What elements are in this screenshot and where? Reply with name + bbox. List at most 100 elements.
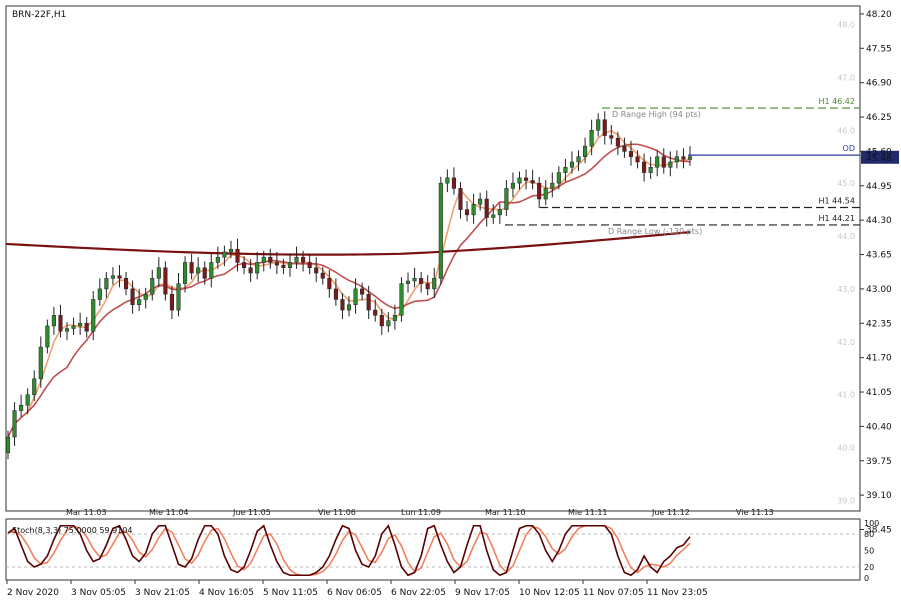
candle-body: [242, 262, 247, 269]
candle-body: [110, 275, 115, 279]
time-tick-label: 5 Nov 11:05: [263, 588, 318, 598]
candle-body: [491, 214, 496, 218]
candle-body: [569, 161, 575, 168]
candle-body: [687, 156, 693, 160]
price-tick-label: 46.25: [866, 113, 892, 123]
candle-body: [648, 167, 653, 173]
candle-body: [117, 275, 122, 279]
candle-body: [327, 278, 332, 290]
candle-body: [392, 315, 397, 321]
candle-body: [5, 436, 11, 454]
candle-body: [530, 180, 535, 184]
candle-body: [537, 182, 542, 200]
candle-body: [609, 135, 614, 139]
candle-body: [386, 320, 391, 327]
candle-body: [458, 188, 463, 210]
price-tick-label: 48.20: [866, 10, 892, 20]
candle-body: [281, 264, 286, 269]
background-level-label: 44.0: [837, 232, 855, 241]
candle-body: [471, 204, 476, 216]
candle-body: [622, 145, 627, 152]
candle-body: [674, 156, 679, 163]
session-label: Jue 11.05: [232, 508, 271, 517]
oscillator-tick-label: 80: [864, 530, 874, 539]
price-tick-label: 43.65: [866, 251, 892, 261]
range-label: D Range High (94 pts): [612, 110, 701, 119]
candle-body: [58, 315, 63, 332]
candle-body: [379, 315, 384, 327]
candle-body: [425, 283, 430, 290]
time-tick-label: 9 Nov 17:05: [455, 588, 510, 598]
candle-body: [19, 404, 24, 411]
background-level-label: 41.0: [837, 391, 855, 400]
time-tick-label: 4 Nov 16:05: [199, 588, 254, 598]
candle-body: [169, 293, 174, 311]
price-tick-label: 39.75: [866, 457, 892, 467]
level-label: OD: [843, 144, 855, 153]
session-label: Mar 11.03: [66, 508, 107, 517]
candle-body: [655, 156, 660, 168]
oscillator-tick-label: 20: [864, 563, 874, 572]
candle-body: [635, 156, 640, 163]
oscillator-label: Stoch(8,3,3) 75.0000 59.9104: [12, 526, 132, 535]
price-tick-label: 44.30: [866, 216, 892, 226]
candle-body: [681, 156, 686, 160]
oscillator-tick-label: 100: [864, 519, 879, 528]
candle-body: [445, 177, 450, 184]
session-label: Mie 11.04: [149, 508, 189, 517]
candle-body: [91, 299, 96, 332]
candle-body: [274, 262, 279, 266]
candle-body: [563, 167, 568, 173]
background-level-label: 45.0: [837, 179, 855, 188]
candle-body: [583, 145, 588, 157]
candle-body: [602, 119, 607, 136]
session-labels: Mar 11.03 Mie 11.04 Jue 11.05 Vie 11.06 Lun …: [66, 508, 774, 517]
price-tick-label: 46.90: [866, 79, 892, 89]
candle-body: [628, 151, 634, 157]
candle-body: [268, 256, 273, 263]
candle-body: [51, 315, 56, 327]
price-tick-label: 39.10: [866, 491, 892, 501]
candle-body: [183, 262, 188, 284]
candle-body: [25, 394, 30, 406]
candle-body: [196, 267, 201, 274]
candle-body: [373, 309, 378, 316]
price-tick-label: 44.95: [866, 182, 892, 192]
candle-body: [478, 198, 483, 205]
time-tick-label: 3 Nov 05:05: [71, 588, 126, 598]
background-level-label: 40.0: [837, 444, 855, 453]
candle-body: [84, 323, 89, 332]
candle-body: [301, 256, 306, 263]
session-label: Lun 11.09: [401, 508, 441, 517]
candle-body: [202, 267, 207, 279]
background-level-label: 43.0: [837, 285, 855, 294]
candle-body: [550, 182, 555, 189]
candle-body: [399, 283, 404, 316]
candle-body: [405, 280, 411, 284]
symbol-label: BRN-22F,H1: [12, 10, 66, 20]
candle-body: [340, 299, 345, 311]
candle-body: [451, 177, 456, 189]
candle-body: [287, 262, 293, 269]
candle-body: [12, 410, 17, 438]
background-level-label: 46.0: [837, 126, 855, 135]
candle-body: [137, 299, 142, 306]
time-tick-label: 11 Nov 23:05: [647, 588, 708, 598]
candle-body: [484, 198, 489, 218]
session-label: Jue 11.12: [651, 508, 690, 517]
background-level-label: 39.0: [837, 496, 855, 505]
candle-body: [432, 278, 437, 290]
candle-body: [307, 262, 312, 269]
candle-body: [576, 156, 581, 163]
candle-body: [419, 278, 424, 284]
price-tick-label: 43.00: [866, 285, 892, 295]
candle-body: [71, 325, 76, 329]
oscillator-tick-label: 50: [864, 547, 874, 556]
session-label: Vie 11.06: [318, 508, 356, 517]
session-label: Mie 11.11: [568, 508, 608, 517]
time-tick-label: 6 Nov 06:05: [327, 588, 382, 598]
candle-body: [556, 172, 561, 184]
price-tick-label: 41.05: [866, 388, 892, 398]
candle-body: [524, 177, 529, 181]
candle-body: [642, 161, 647, 173]
